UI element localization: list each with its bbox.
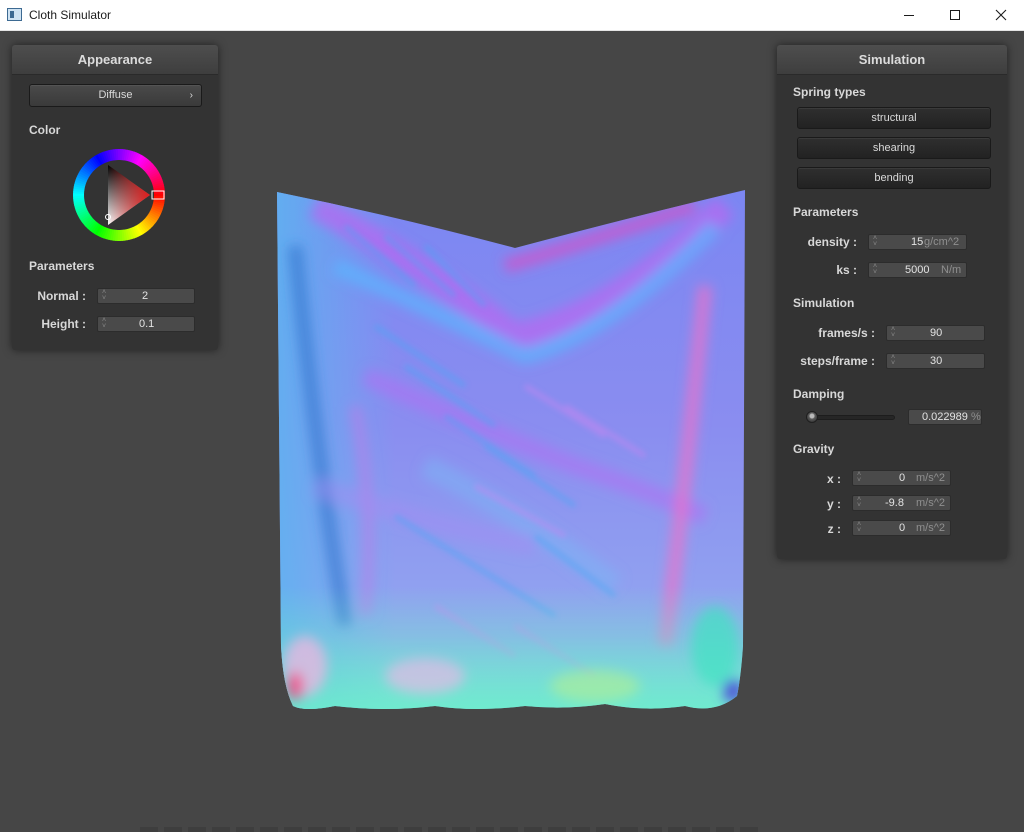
- close-icon: [995, 9, 1007, 21]
- gravity-z-field[interactable]: ˄ ˅ 0 m/s^2: [852, 520, 951, 536]
- steps-value: 30: [930, 355, 943, 367]
- damping-slider-handle[interactable]: [805, 411, 818, 423]
- fps-field[interactable]: ˄ ˅ 90: [886, 325, 985, 341]
- damping-label: Damping: [793, 387, 845, 401]
- spinner-icon[interactable]: ˄ ˅: [872, 235, 878, 248]
- fps-label: frames/s :: [818, 326, 875, 340]
- gravity-y-value: -9.8: [885, 497, 904, 509]
- spinner-icon[interactable]: ˄ ˅: [101, 289, 107, 302]
- structural-button[interactable]: structural: [797, 107, 991, 129]
- gravity-y-unit: m/s^2: [916, 497, 945, 509]
- steps-label: steps/frame :: [800, 354, 875, 368]
- normal-field[interactable]: ˄ ˅ 2: [97, 288, 195, 304]
- damping-field[interactable]: 0.022989 %: [908, 409, 982, 425]
- simulation-parameters-label: Parameters: [793, 205, 859, 219]
- normal-value: 2: [142, 290, 149, 302]
- color-section-label: Color: [29, 123, 61, 137]
- simulation-section-label: Simulation: [793, 296, 855, 310]
- height-field[interactable]: ˄ ˅ 0.1: [97, 316, 195, 332]
- appearance-panel-title: Appearance: [12, 45, 218, 75]
- window-title-bar: Cloth Simulator: [0, 0, 1024, 31]
- density-label: density :: [807, 235, 857, 249]
- normal-label: Normal :: [37, 289, 86, 303]
- ks-unit: N/m: [941, 264, 962, 276]
- spinner-icon[interactable]: ˄ ˅: [856, 496, 862, 509]
- ks-value: 5000: [905, 264, 930, 276]
- ks-label: ks :: [836, 263, 857, 277]
- spinner-icon[interactable]: ˄ ˅: [890, 326, 896, 339]
- maximize-button[interactable]: [932, 0, 978, 30]
- fps-value: 90: [930, 327, 943, 339]
- density-value: 15: [911, 236, 924, 248]
- bending-button[interactable]: bending: [797, 167, 991, 189]
- density-field[interactable]: ˄ ˅ 15 g/cm^2: [868, 234, 967, 250]
- height-label: Height :: [41, 317, 86, 331]
- spinner-icon[interactable]: ˄ ˅: [890, 354, 896, 367]
- damping-slider[interactable]: [806, 415, 895, 420]
- gravity-x-label: x :: [826, 472, 841, 486]
- app-icon: [7, 8, 22, 21]
- spinner-icon[interactable]: ˄ ˅: [856, 521, 862, 534]
- steps-field[interactable]: ˄ ˅ 30: [886, 353, 985, 369]
- gravity-x-unit: m/s^2: [916, 472, 945, 484]
- gravity-x-value: 0: [899, 472, 906, 484]
- spinner-icon[interactable]: ˄ ˅: [872, 263, 878, 276]
- window-title: Cloth Simulator: [29, 8, 112, 22]
- damping-unit: %: [971, 411, 981, 423]
- simulation-panel-title: Simulation: [777, 45, 1007, 75]
- close-button[interactable]: [978, 0, 1024, 30]
- spring-types-label: Spring types: [793, 85, 866, 99]
- gravity-z-value: 0: [899, 522, 906, 534]
- spinner-icon[interactable]: ˄ ˅: [856, 471, 862, 484]
- spinner-icon[interactable]: ˄ ˅: [101, 317, 107, 330]
- bottom-edge-shadow: [140, 827, 760, 832]
- maximize-icon: [950, 10, 960, 20]
- shearing-button-label: shearing: [872, 142, 916, 154]
- structural-button-label: structural: [871, 112, 917, 124]
- cloth-mesh[interactable]: [275, 186, 747, 716]
- ks-field[interactable]: ˄ ˅ 5000 N/m: [868, 262, 967, 278]
- shader-dropdown[interactable]: Diffuse ›: [29, 84, 202, 107]
- minimize-icon: [904, 14, 914, 16]
- gravity-y-field[interactable]: ˄ ˅ -9.8 m/s^2: [852, 495, 951, 511]
- color-wheel[interactable]: [72, 148, 166, 242]
- chevron-right-icon: ›: [189, 90, 193, 101]
- shader-dropdown-value: Diffuse: [98, 89, 133, 101]
- damping-value: 0.022989: [922, 411, 968, 423]
- gravity-label: Gravity: [793, 442, 835, 456]
- gravity-x-field[interactable]: ˄ ˅ 0 m/s^2: [852, 470, 951, 486]
- minimize-button[interactable]: [886, 0, 932, 30]
- bending-button-label: bending: [874, 172, 914, 184]
- gravity-z-label: z :: [827, 522, 841, 536]
- height-value: 0.1: [139, 318, 155, 330]
- appearance-parameters-label: Parameters: [29, 259, 95, 273]
- gravity-z-unit: m/s^2: [916, 522, 945, 534]
- shearing-button[interactable]: shearing: [797, 137, 991, 159]
- gravity-y-label: y :: [826, 497, 841, 511]
- density-unit: g/cm^2: [924, 236, 960, 248]
